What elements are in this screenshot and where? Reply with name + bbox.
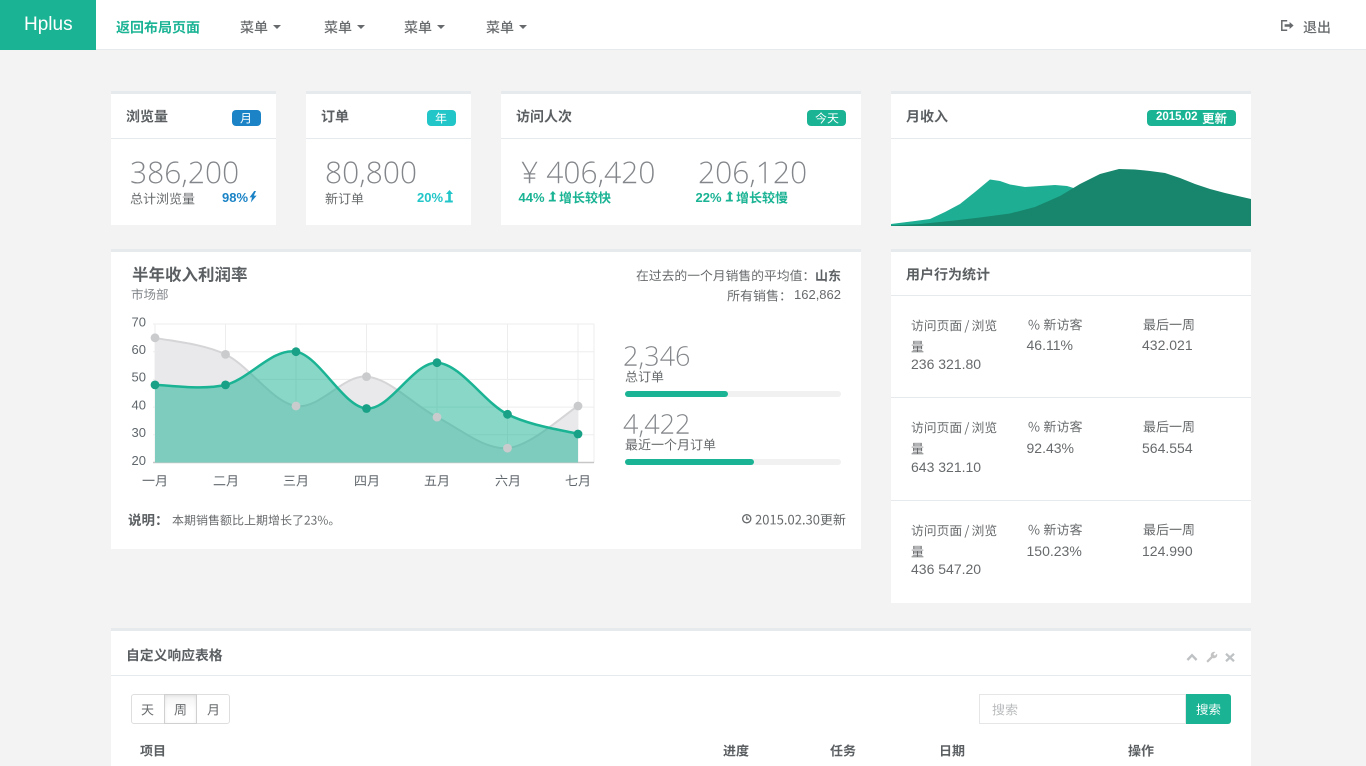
svg-text:40: 40 bbox=[132, 397, 146, 412]
svg-text:70: 70 bbox=[132, 315, 146, 329]
svg-text:20: 20 bbox=[132, 453, 146, 468]
svg-text:60: 60 bbox=[132, 342, 146, 357]
svg-text:50: 50 bbox=[132, 370, 146, 385]
svg-text:30: 30 bbox=[132, 425, 146, 440]
